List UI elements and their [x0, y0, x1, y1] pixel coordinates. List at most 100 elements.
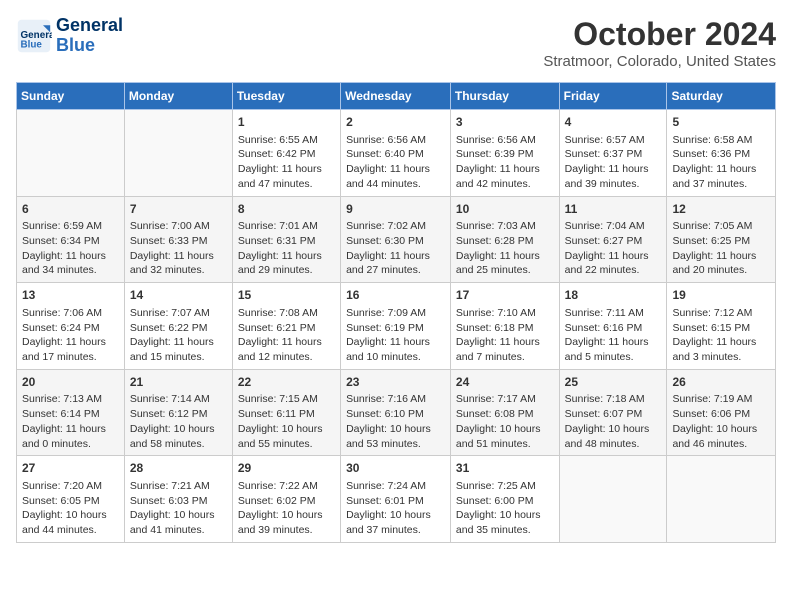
day-content-line: Sunrise: 7:13 AM	[22, 392, 119, 407]
weekday-header: Thursday	[450, 83, 559, 110]
day-content-line: Sunset: 6:00 PM	[456, 494, 554, 509]
calendar-cell: 3Sunrise: 6:56 AMSunset: 6:39 PMDaylight…	[450, 110, 559, 197]
day-content-line: Sunset: 6:34 PM	[22, 234, 119, 249]
calendar-cell: 1Sunrise: 6:55 AMSunset: 6:42 PMDaylight…	[232, 110, 340, 197]
calendar-header-row: SundayMondayTuesdayWednesdayThursdayFrid…	[17, 83, 776, 110]
day-content-line: Sunset: 6:01 PM	[346, 494, 445, 509]
day-number: 2	[346, 114, 445, 131]
day-content-line: Sunset: 6:36 PM	[672, 147, 770, 162]
day-content-line: Sunset: 6:03 PM	[130, 494, 227, 509]
day-content-line: Sunrise: 7:16 AM	[346, 392, 445, 407]
day-content-line: Sunrise: 7:00 AM	[130, 219, 227, 234]
day-content-line: Daylight: 11 hours and 42 minutes.	[456, 162, 554, 191]
day-content-line: Sunset: 6:18 PM	[456, 321, 554, 336]
day-number: 19	[672, 287, 770, 304]
day-number: 27	[22, 460, 119, 477]
title-block: October 2024 Stratmoor, Colorado, United…	[543, 16, 776, 70]
day-content-line: Sunrise: 7:03 AM	[456, 219, 554, 234]
day-number: 3	[456, 114, 554, 131]
day-content-line: Daylight: 10 hours and 53 minutes.	[346, 422, 445, 451]
day-content-line: Sunset: 6:10 PM	[346, 407, 445, 422]
day-number: 22	[238, 374, 335, 391]
calendar-cell: 17Sunrise: 7:10 AMSunset: 6:18 PMDayligh…	[450, 283, 559, 370]
day-content-line: Sunrise: 7:05 AM	[672, 219, 770, 234]
day-content-line: Daylight: 10 hours and 35 minutes.	[456, 508, 554, 537]
calendar-cell: 29Sunrise: 7:22 AMSunset: 6:02 PMDayligh…	[232, 456, 340, 543]
day-content-line: Daylight: 11 hours and 37 minutes.	[672, 162, 770, 191]
weekday-header: Wednesday	[341, 83, 451, 110]
day-content-line: Sunrise: 6:59 AM	[22, 219, 119, 234]
day-number: 7	[130, 201, 227, 218]
day-content-line: Sunrise: 7:25 AM	[456, 479, 554, 494]
day-number: 8	[238, 201, 335, 218]
day-content-line: Sunset: 6:08 PM	[456, 407, 554, 422]
day-content-line: Sunset: 6:19 PM	[346, 321, 445, 336]
day-number: 4	[565, 114, 662, 131]
calendar-cell: 8Sunrise: 7:01 AMSunset: 6:31 PMDaylight…	[232, 196, 340, 283]
calendar-cell: 24Sunrise: 7:17 AMSunset: 6:08 PMDayligh…	[450, 369, 559, 456]
day-number: 17	[456, 287, 554, 304]
calendar-week-row: 1Sunrise: 6:55 AMSunset: 6:42 PMDaylight…	[17, 110, 776, 197]
day-content-line: Sunrise: 7:02 AM	[346, 219, 445, 234]
day-number: 5	[672, 114, 770, 131]
day-number: 16	[346, 287, 445, 304]
calendar-cell	[559, 456, 667, 543]
calendar-cell: 22Sunrise: 7:15 AMSunset: 6:11 PMDayligh…	[232, 369, 340, 456]
day-content-line: Sunrise: 7:14 AM	[130, 392, 227, 407]
day-number: 31	[456, 460, 554, 477]
day-content-line: Daylight: 11 hours and 7 minutes.	[456, 335, 554, 364]
day-content-line: Daylight: 11 hours and 27 minutes.	[346, 249, 445, 278]
day-content-line: Daylight: 11 hours and 32 minutes.	[130, 249, 227, 278]
logo-icon: General Blue	[16, 18, 52, 54]
day-content-line: Daylight: 10 hours and 44 minutes.	[22, 508, 119, 537]
calendar-cell: 13Sunrise: 7:06 AMSunset: 6:24 PMDayligh…	[17, 283, 125, 370]
day-number: 29	[238, 460, 335, 477]
day-content-line: Sunset: 6:16 PM	[565, 321, 662, 336]
day-content-line: Sunset: 6:22 PM	[130, 321, 227, 336]
day-content-line: Sunrise: 6:55 AM	[238, 133, 335, 148]
day-content-line: Sunset: 6:02 PM	[238, 494, 335, 509]
weekday-header: Friday	[559, 83, 667, 110]
day-content-line: Sunset: 6:37 PM	[565, 147, 662, 162]
day-number: 11	[565, 201, 662, 218]
calendar-body: 1Sunrise: 6:55 AMSunset: 6:42 PMDaylight…	[17, 110, 776, 543]
calendar-cell: 11Sunrise: 7:04 AMSunset: 6:27 PMDayligh…	[559, 196, 667, 283]
day-content-line: Daylight: 10 hours and 37 minutes.	[346, 508, 445, 537]
calendar-cell: 12Sunrise: 7:05 AMSunset: 6:25 PMDayligh…	[667, 196, 776, 283]
calendar-cell: 30Sunrise: 7:24 AMSunset: 6:01 PMDayligh…	[341, 456, 451, 543]
day-content-line: Sunrise: 6:58 AM	[672, 133, 770, 148]
day-content-line: Sunrise: 7:15 AM	[238, 392, 335, 407]
page-title: October 2024	[543, 16, 776, 53]
day-content-line: Sunset: 6:31 PM	[238, 234, 335, 249]
day-content-line: Sunrise: 7:24 AM	[346, 479, 445, 494]
day-content-line: Sunrise: 7:04 AM	[565, 219, 662, 234]
calendar-cell: 14Sunrise: 7:07 AMSunset: 6:22 PMDayligh…	[124, 283, 232, 370]
svg-text:Blue: Blue	[21, 39, 43, 50]
calendar-week-row: 6Sunrise: 6:59 AMSunset: 6:34 PMDaylight…	[17, 196, 776, 283]
day-number: 10	[456, 201, 554, 218]
day-content-line: Daylight: 10 hours and 41 minutes.	[130, 508, 227, 537]
calendar-cell: 19Sunrise: 7:12 AMSunset: 6:15 PMDayligh…	[667, 283, 776, 370]
day-content-line: Sunset: 6:21 PM	[238, 321, 335, 336]
day-number: 25	[565, 374, 662, 391]
day-content-line: Sunrise: 7:18 AM	[565, 392, 662, 407]
day-content-line: Sunset: 6:42 PM	[238, 147, 335, 162]
day-number: 23	[346, 374, 445, 391]
day-content-line: Sunrise: 7:21 AM	[130, 479, 227, 494]
day-content-line: Daylight: 10 hours and 46 minutes.	[672, 422, 770, 451]
page-header: General Blue General Blue October 2024 S…	[16, 16, 776, 70]
calendar-cell: 5 Sunrise: 6:58 AMSunset: 6:36 PMDaylight…	[667, 110, 776, 197]
calendar-table: SundayMondayTuesdayWednesdayThursdayFrid…	[16, 82, 776, 543]
calendar-cell	[17, 110, 125, 197]
day-content-line: Daylight: 10 hours and 51 minutes.	[456, 422, 554, 451]
day-content-line: Sunrise: 7:22 AM	[238, 479, 335, 494]
day-content-line: Daylight: 11 hours and 47 minutes.	[238, 162, 335, 191]
day-content-line: Daylight: 11 hours and 25 minutes.	[456, 249, 554, 278]
calendar-week-row: 20Sunrise: 7:13 AMSunset: 6:14 PMDayligh…	[17, 369, 776, 456]
day-content-line: Sunrise: 6:56 AM	[346, 133, 445, 148]
day-content-line: Sunrise: 7:06 AM	[22, 306, 119, 321]
calendar-cell: 16Sunrise: 7:09 AMSunset: 6:19 PMDayligh…	[341, 283, 451, 370]
day-content-line: Daylight: 11 hours and 10 minutes.	[346, 335, 445, 364]
day-content-line: Sunset: 6:15 PM	[672, 321, 770, 336]
calendar-week-row: 27Sunrise: 7:20 AMSunset: 6:05 PMDayligh…	[17, 456, 776, 543]
